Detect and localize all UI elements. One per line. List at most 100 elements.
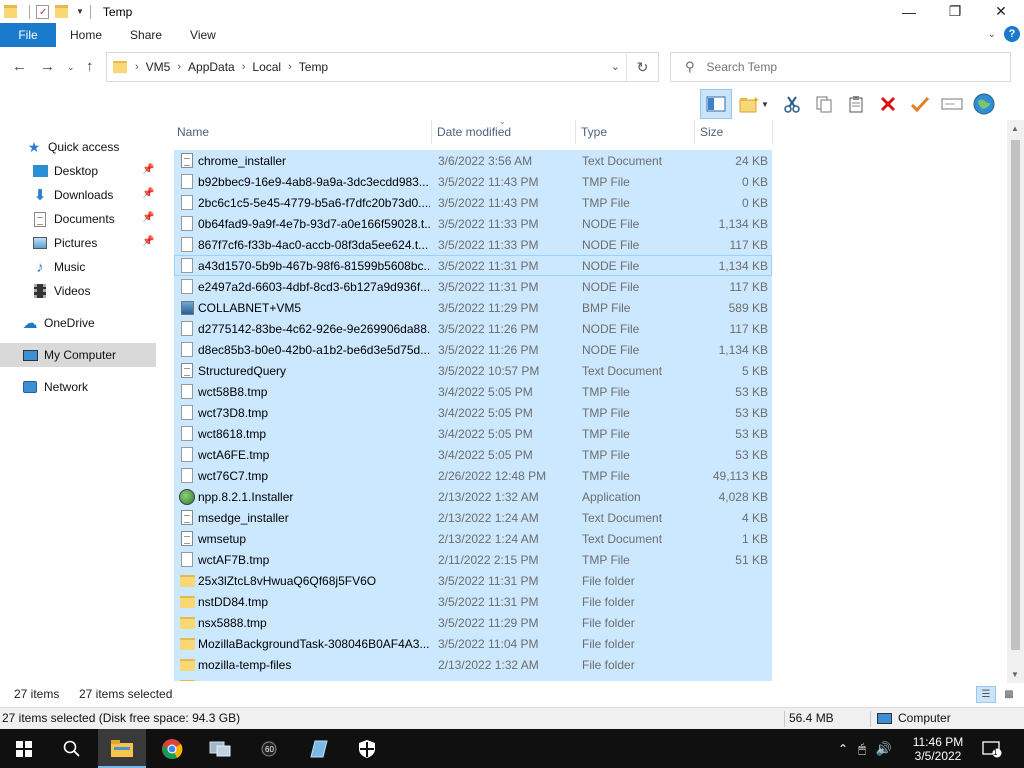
nav-desktop[interactable]: Desktop	[32, 160, 98, 182]
column-size[interactable]: Size	[695, 120, 773, 144]
file-type: NODE File	[582, 216, 640, 231]
tab-file[interactable]: File	[0, 23, 56, 47]
up-arrow-icon[interactable]: ↑	[86, 58, 94, 75]
network-status-icon[interactable]: 🖱	[858, 741, 866, 757]
show-hidden-icons-chevron[interactable]: ⌃	[838, 742, 848, 756]
large-icons-view-icon[interactable]: ▩	[999, 686, 1019, 703]
file-row[interactable]: wctA6FE.tmp 3/4/2022 5:05 PM TMP File 53 KB	[174, 444, 772, 465]
globe-icon[interactable]	[968, 89, 1000, 119]
crumb-temp[interactable]: Temp	[299, 60, 328, 74]
tab-home[interactable]: Home	[56, 28, 116, 42]
file-row[interactable]: d2775142-83be-4c62-926e-9e269906da88... 3…	[174, 318, 772, 339]
file-row[interactable]: a43d1570-5b9b-467b-98f6-81599b5608bc... 3…	[174, 255, 772, 276]
pin-icon[interactable]: 📌	[142, 188, 154, 199]
file-row[interactable]: mozilla-temp-files 2/13/2022 1:32 AM File …	[174, 654, 772, 675]
address-bar[interactable]: › VM5 › AppData › Local › Temp ⌄ ↻	[106, 52, 659, 82]
pin-icon[interactable]: 📌	[142, 212, 154, 223]
close-button[interactable]: ✕	[978, 0, 1024, 23]
file-row[interactable]	[174, 675, 772, 681]
customize-quick-access-icon[interactable]: ▼	[76, 7, 84, 16]
crumb-local[interactable]: Local	[252, 60, 281, 74]
search-box[interactable]: ⚲	[670, 52, 1011, 82]
app-taskbar-button[interactable]	[196, 729, 244, 768]
paste-icon[interactable]	[840, 89, 872, 119]
help-icon[interactable]: ?	[1004, 26, 1020, 42]
file-row[interactable]: e2497a2d-6603-4dbf-8cd3-6b127a9d936f... 3…	[174, 276, 772, 297]
nav-music[interactable]: ♪ Music	[32, 256, 85, 278]
vertical-scrollbar[interactable]: ▲ ▼	[1007, 120, 1024, 683]
new-folder-icon[interactable]	[55, 5, 68, 18]
file-row[interactable]: 25x3lZtcL8vHwuaQ6Qf68j5FV6O 3/5/2022 11:3…	[174, 570, 772, 591]
scrollbar-thumb[interactable]	[1011, 140, 1020, 650]
file-row[interactable]: StructuredQuery 3/5/2022 10:57 PM Text Doc…	[174, 360, 772, 381]
file-row[interactable]: nstDD84.tmp 3/5/2022 11:31 PM File folder	[174, 591, 772, 612]
file-explorer-icon	[111, 739, 133, 757]
column-type[interactable]: Type	[576, 120, 695, 144]
delete-icon[interactable]	[872, 89, 904, 119]
checkmark-icon[interactable]	[904, 89, 936, 119]
cut-icon[interactable]	[776, 89, 808, 119]
scroll-up-icon[interactable]: ▲	[1011, 124, 1019, 133]
forward-arrow-icon[interactable]: →	[40, 58, 55, 75]
nav-network[interactable]: Network	[22, 376, 88, 398]
file-row[interactable]: wct58B8.tmp 3/4/2022 5:05 PM TMP File 53 KB	[174, 381, 772, 402]
file-row[interactable]: chrome_installer 3/6/2022 3:56 AM Text Doc…	[174, 150, 772, 171]
app-taskbar-button[interactable]: 60	[245, 729, 293, 768]
file-row[interactable]: b92bbec9-16e9-4ab8-9a9a-3dc3ecdd983... 3/…	[174, 171, 772, 192]
file-row[interactable]: wct8618.tmp 3/4/2022 5:05 PM TMP File 53 KB	[174, 423, 772, 444]
address-dropdown-chevron-icon[interactable]: ⌄	[611, 60, 620, 73]
file-row[interactable]: 867f7cf6-f33b-4ac0-accb-08f3da5ee624.t..…	[174, 234, 772, 255]
nav-videos[interactable]: Videos	[32, 280, 90, 302]
file-row[interactable]: wct76C7.tmp 2/26/2022 12:48 PM TMP File 49,…	[174, 465, 772, 486]
nav-downloads[interactable]: ⬇ Downloads	[32, 184, 114, 206]
properties-icon[interactable]: ✓	[36, 4, 49, 19]
nav-quick-access[interactable]: ★ Quick access	[26, 136, 120, 158]
notification-center-button[interactable]: 1	[982, 729, 1002, 768]
start-button[interactable]	[0, 729, 48, 768]
file-row[interactable]: wct73D8.tmp 3/4/2022 5:05 PM TMP File 53 KB	[174, 402, 772, 423]
preview-pane-icon[interactable]	[700, 89, 732, 119]
nav-my-computer[interactable]: My Computer	[0, 343, 156, 367]
app-taskbar-button[interactable]	[294, 729, 342, 768]
nav-pictures[interactable]: Pictures	[32, 232, 97, 254]
file-row[interactable]: nsx5888.tmp 3/5/2022 11:29 PM File folder	[174, 612, 772, 633]
file-row[interactable]: wmsetup 2/13/2022 1:24 AM Text Document 1 K…	[174, 528, 772, 549]
minimize-button[interactable]: —	[886, 0, 932, 23]
file-row[interactable]: COLLABNET+VM5 3/5/2022 11:29 PM BMP File 58…	[174, 297, 772, 318]
pin-icon[interactable]: 📌	[142, 236, 154, 247]
file-row[interactable]: d8ec85b3-b0e0-42b0-a1b2-be6d3e5d75d... 3/…	[174, 339, 772, 360]
crumb-appdata[interactable]: AppData	[188, 60, 235, 74]
file-row[interactable]: wctAF7B.tmp 2/11/2022 2:15 PM TMP File 51 K…	[174, 549, 772, 570]
scroll-down-icon[interactable]: ▼	[1011, 670, 1019, 679]
file-explorer-taskbar-button[interactable]	[98, 729, 146, 768]
column-name[interactable]: Name	[172, 120, 432, 144]
refresh-icon[interactable]: ↻	[626, 53, 658, 81]
nav-onedrive[interactable]: ☁ OneDrive	[22, 312, 95, 334]
security-taskbar-button[interactable]	[343, 729, 391, 768]
file-row[interactable]: 2bc6c1c5-5e45-4779-b5a6-f7dfc20b73d0....…	[174, 192, 772, 213]
file-row[interactable]: MozillaBackgroundTask-308046B0AF4A3... 3/…	[174, 633, 772, 654]
tab-share[interactable]: Share	[116, 28, 176, 42]
file-type: TMP File	[582, 426, 630, 441]
search-button[interactable]	[48, 729, 96, 768]
maximize-button[interactable]: ❐	[932, 0, 978, 23]
file-row[interactable]: 0b64fad9-9a9f-4e7b-93d7-a0e166f59028.t..…	[174, 213, 772, 234]
crumb-vm5[interactable]: VM5	[146, 60, 171, 74]
search-input[interactable]	[706, 60, 987, 74]
clock[interactable]: 11:46 PM 3/5/2022	[908, 729, 968, 768]
back-arrow-icon[interactable]: ←	[12, 58, 27, 75]
pin-icon[interactable]: 📌	[142, 164, 154, 175]
tab-view[interactable]: View	[176, 28, 230, 42]
copy-icon[interactable]	[808, 89, 840, 119]
expand-ribbon-icon[interactable]: ⌄	[988, 29, 996, 40]
rename-icon[interactable]	[936, 89, 968, 119]
volume-icon[interactable]: 🔊	[876, 741, 892, 757]
new-folder-icon[interactable]: ✦ ▼	[732, 89, 776, 119]
details-view-icon[interactable]: ☰	[976, 686, 996, 703]
nav-documents[interactable]: Documents	[32, 208, 115, 230]
file-row[interactable]: npp.8.2.1.Installer 2/13/2022 1:32 AM Appl…	[174, 486, 772, 507]
column-date-modified[interactable]: Date modified	[432, 120, 576, 144]
recent-locations-chevron-icon[interactable]: ⌄	[67, 62, 75, 73]
file-row[interactable]: msedge_installer 2/13/2022 1:24 AM Text Do…	[174, 507, 772, 528]
chrome-taskbar-button[interactable]	[148, 729, 196, 768]
